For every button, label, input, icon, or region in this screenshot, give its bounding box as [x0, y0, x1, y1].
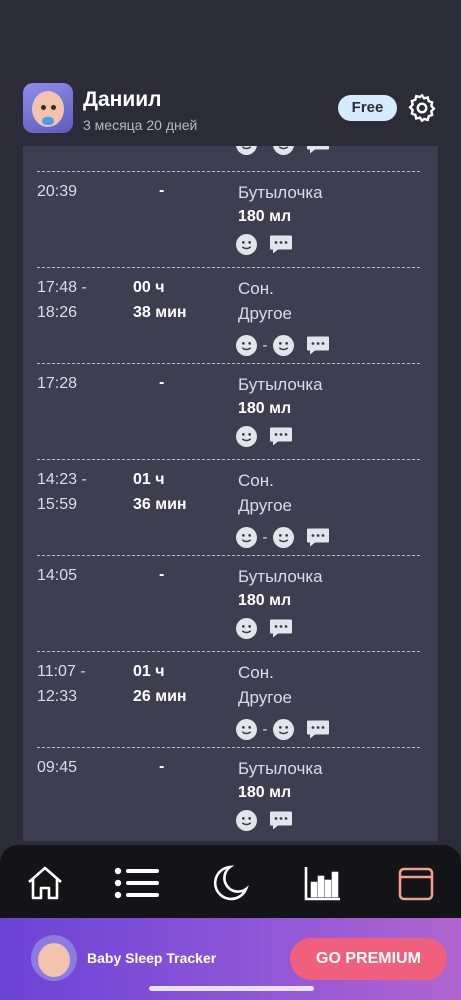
child-name[interactable]: Даниил [83, 88, 161, 112]
icon-separator: - [257, 146, 273, 153]
entry-time-start: 11:07 - [37, 663, 86, 680]
smile-icon [236, 335, 257, 356]
entry-duration-empty: - [159, 758, 165, 775]
app-screen: Даниил 3 месяца 20 дней Free - 20:39 - Бут… [0, 0, 461, 1000]
entry-detail: Другое [238, 304, 293, 323]
comment-icon[interactable] [269, 618, 293, 639]
entry-duration-minutes: 38 мин [133, 304, 187, 321]
entry-type: Бутылочка [238, 759, 323, 778]
entry-duration-empty: - [159, 374, 165, 391]
plan-badge[interactable]: Free [338, 95, 397, 121]
smile-icon [236, 527, 257, 548]
entry-time-start: 14:05 [37, 567, 78, 584]
moon-icon[interactable] [210, 863, 250, 903]
comment-icon[interactable] [306, 527, 330, 548]
child-avatar[interactable] [23, 83, 73, 133]
row-divider [37, 363, 420, 364]
icon-separator: - [262, 529, 268, 546]
comment-icon[interactable] [269, 426, 293, 447]
smile-icon [273, 719, 294, 740]
entry-duration-minutes: 26 мин [133, 688, 187, 705]
row-divider [37, 459, 420, 460]
entry-duration-hours: 01 ч [133, 663, 165, 680]
entry-duration-hours: 00 ч [133, 279, 165, 296]
bottom-navigation [0, 845, 461, 921]
smile-icon [273, 335, 294, 356]
entry-time-end: 18:26 [37, 304, 78, 321]
entry-detail: 180 мл [238, 784, 292, 801]
entry-type: Бутылочка [238, 375, 323, 394]
bar-chart-icon[interactable] [303, 863, 343, 903]
comment-icon[interactable] [306, 719, 330, 740]
entry-time-end: 15:59 [37, 496, 78, 513]
entry-duration-hours: 01 ч [133, 471, 165, 488]
row-divider [37, 747, 420, 748]
entry-time-start: 17:48 - [37, 279, 87, 296]
icon-separator: - [262, 337, 268, 354]
comment-icon[interactable] [306, 335, 330, 356]
smile-icon [273, 146, 294, 155]
smile-icon [236, 719, 257, 740]
entry-type: Сон. [238, 663, 274, 682]
entry-detail: 180 мл [238, 208, 292, 225]
smile-icon [236, 146, 257, 155]
entry-detail: 180 мл [238, 592, 292, 609]
entry-detail: Другое [238, 688, 293, 707]
previous-entry-icons: - [23, 146, 438, 160]
entry-type: Бутылочка [238, 567, 323, 586]
row-divider [37, 555, 420, 556]
entry-detail: 180 мл [238, 400, 292, 417]
entry-type: Сон. [238, 279, 274, 298]
smile-icon [273, 527, 294, 548]
entry-type: Сон. [238, 471, 274, 490]
home-indicator [149, 986, 314, 991]
comment-icon[interactable] [269, 234, 293, 255]
child-age: 3 месяца 20 дней [83, 117, 198, 133]
smile-icon [236, 234, 257, 255]
smile-icon [236, 810, 257, 831]
promo-app-name: Baby Sleep Tracker [87, 950, 217, 966]
entry-type: Бутылочка [238, 183, 323, 202]
row-divider [37, 171, 420, 172]
comment-icon[interactable] [269, 810, 293, 831]
entry-time-start: 17:28 [37, 375, 78, 392]
row-divider [37, 651, 420, 652]
smile-icon [236, 426, 257, 447]
entry-detail: Другое [238, 496, 293, 515]
entry-time-start: 09:45 [37, 759, 78, 776]
entry-duration-minutes: 36 мин [133, 496, 187, 513]
smile-icon [236, 618, 257, 639]
entry-duration-empty: - [159, 182, 165, 199]
entry-time-start: 20:39 [37, 183, 78, 200]
entries-list[interactable]: - 20:39 - Бутылочка 180 мл 17:48 - 18:26 00 ч 3… [23, 146, 438, 841]
gear-icon[interactable] [406, 92, 438, 124]
icon-separator: - [262, 721, 268, 738]
entry-row[interactable]: 09:45 - Бутылочка 180 мл [23, 747, 438, 841]
row-divider [37, 267, 420, 268]
promo-avatar [31, 935, 77, 981]
home-icon[interactable] [25, 863, 65, 903]
calendar-icon[interactable] [396, 863, 436, 903]
entry-time-start: 14:23 - [37, 471, 87, 488]
entry-time-end: 12:33 [37, 688, 78, 705]
entry-duration-empty: - [159, 566, 165, 583]
comment-icon[interactable] [306, 146, 330, 155]
list-icon[interactable] [114, 863, 160, 903]
go-premium-button[interactable]: GO PREMIUM [290, 938, 447, 980]
child-header: Даниил 3 месяца 20 дней Free [0, 70, 461, 146]
